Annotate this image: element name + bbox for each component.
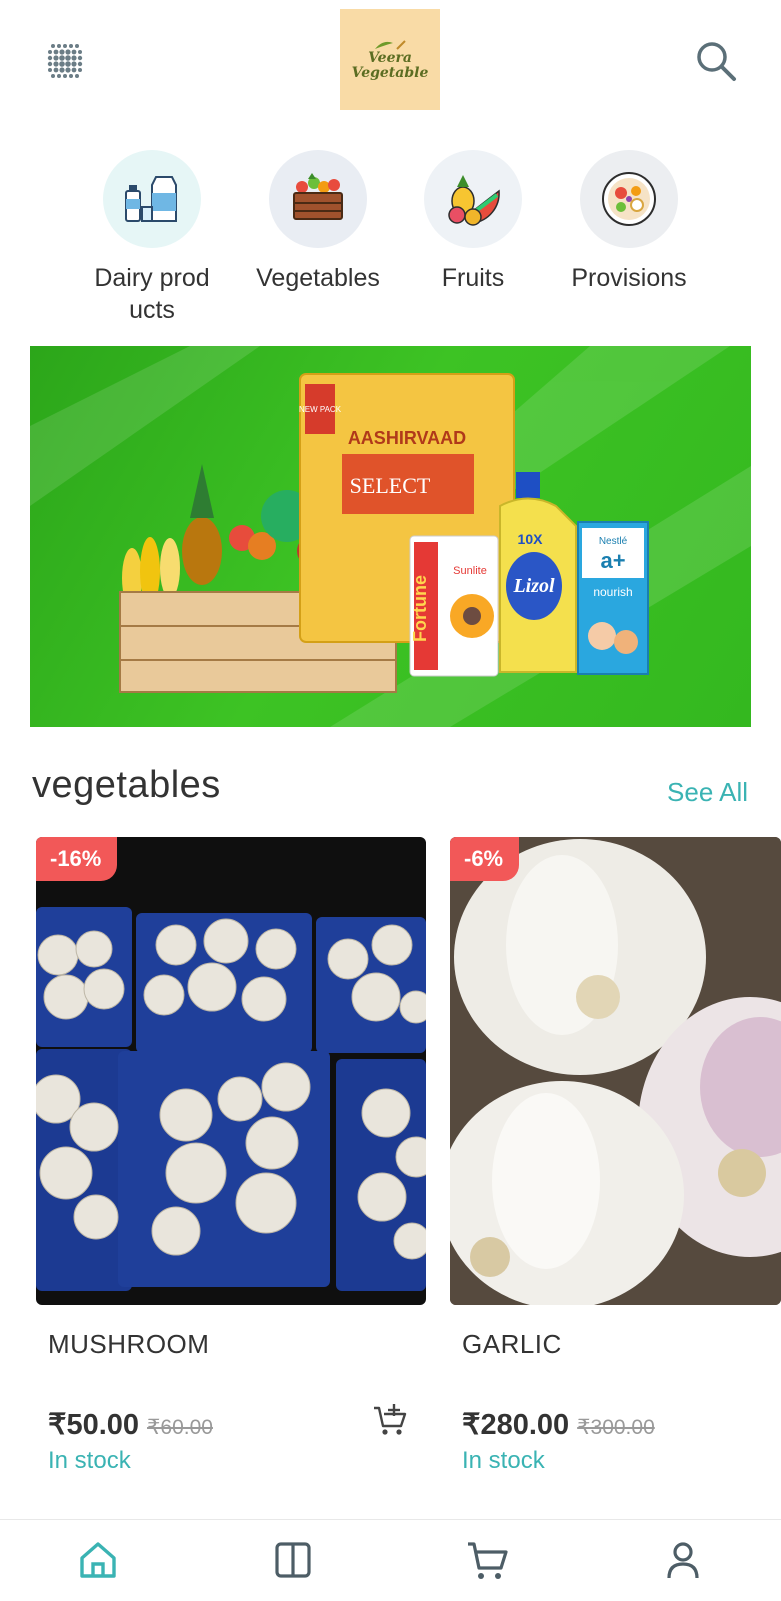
category-label: Fruits (441, 264, 505, 292)
category-circle (269, 150, 367, 248)
menu-grid-icon[interactable] (44, 40, 86, 82)
category-label: Dairy products (94, 264, 210, 324)
app-logo[interactable]: Veera Vegetable (340, 9, 440, 110)
provisions-bowl-icon (602, 172, 656, 226)
profile-icon[interactable] (661, 1538, 705, 1582)
banner-milk-product: a+ (600, 548, 625, 573)
home-icon[interactable] (76, 1538, 120, 1582)
banner-oil-brand: Fortune (410, 575, 430, 642)
garlic-photo (450, 837, 781, 1305)
banner-cleaner-text: Lizol (512, 575, 555, 597)
category-circle (424, 150, 522, 248)
category-provisions[interactable]: Provisions (549, 150, 709, 294)
category-dairy-products[interactable]: Dairy products (72, 150, 232, 326)
product-price: ₹280.00 ₹300.00 (462, 1407, 655, 1442)
leaf-icon (375, 39, 406, 50)
vegetables-crate-icon (293, 173, 343, 220)
stock-status: In stock (462, 1447, 545, 1474)
old-price: ₹60.00 (147, 1416, 213, 1439)
current-price: ₹280.00 (462, 1409, 570, 1441)
logo-line1: Veera (368, 49, 412, 66)
stock-status: In stock (48, 1447, 131, 1474)
add-to-cart-icon[interactable] (372, 1402, 408, 1438)
category-label: Provisions (571, 264, 687, 292)
banner-product-text: SELECT (350, 473, 431, 498)
current-price: ₹50.00 (48, 1409, 140, 1441)
banner-milk-brand: Nestlé (599, 536, 628, 547)
old-price: ₹300.00 (577, 1416, 655, 1439)
product-price: ₹50.00 ₹60.00 (48, 1407, 213, 1442)
product-name[interactable]: MUSHROOM (48, 1329, 209, 1360)
category-label: Vegetables (256, 264, 380, 292)
fruits-icon (448, 175, 500, 226)
banner-tag-text: NEW PACK (299, 405, 342, 414)
product-name[interactable]: GARLIC (462, 1329, 562, 1360)
category-vegetables[interactable]: Vegetables (238, 150, 398, 294)
banner-milk-sub: nourish (593, 585, 632, 599)
category-circle (580, 150, 678, 248)
discount-badge: -16% (36, 837, 118, 881)
category-fruits[interactable]: Fruits (393, 150, 553, 294)
banner-artwork: AASHIRVAAD SELECT NEW PACK Fortune Sunli… (30, 346, 751, 727)
catalog-icon[interactable] (271, 1538, 315, 1582)
product-image[interactable]: -6% (450, 837, 781, 1305)
category-list: Dairy products Vegetables Fruits Provisi… (0, 150, 781, 330)
mushroom-photo (36, 907, 426, 1291)
banner-cleaner-tag: 10X (518, 531, 544, 547)
bottom-navigation (0, 1519, 781, 1601)
banner-brand-text: AASHIRVAAD (348, 428, 466, 448)
dairy-products-icon (125, 176, 177, 222)
top-bar: Veera Vegetable (0, 0, 781, 125)
category-circle (103, 150, 201, 248)
see-all-link[interactable]: See All (667, 777, 748, 808)
discount-badge: -6% (450, 837, 520, 881)
promo-banner[interactable]: AASHIRVAAD SELECT NEW PACK Fortune Sunli… (30, 346, 751, 727)
product-image[interactable]: -16% (36, 837, 426, 1305)
banner-oil-sub: Sunlite (453, 565, 487, 577)
search-icon[interactable] (694, 39, 738, 83)
logo-line2: Vegetable (351, 64, 429, 81)
section-title: vegetables (32, 764, 221, 806)
cart-icon[interactable] (465, 1538, 509, 1582)
